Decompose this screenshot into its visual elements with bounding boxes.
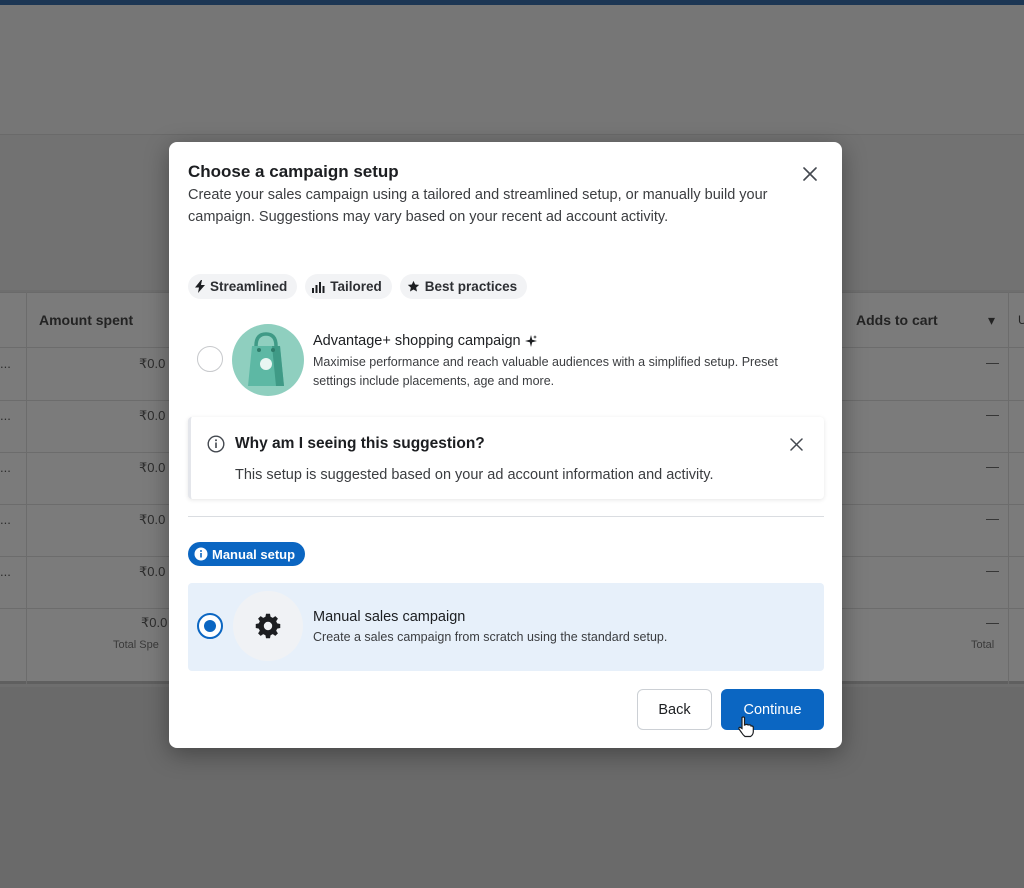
dialog-title: Choose a campaign setup [188, 162, 399, 181]
manual-sales-campaign-option[interactable]: Manual sales campaign Create a sales cam… [188, 583, 824, 671]
hand-pointer-icon [738, 716, 754, 738]
bar-chart-icon [312, 281, 325, 293]
background-header [0, 5, 1024, 135]
row-amount: ₹0.0 [139, 512, 166, 527]
manual-sales-title: Manual sales campaign [313, 609, 466, 625]
column-header-partial: U [1018, 313, 1024, 327]
column-header-adds-to-cart: Adds to cart [856, 312, 938, 328]
suggestion-info-title: Why am I seeing this suggestion? [235, 435, 485, 452]
row-dots: ... [0, 460, 11, 475]
back-button[interactable]: Back [637, 689, 712, 730]
row-amount: ₹0.0 [139, 408, 166, 423]
total-adds: — [986, 615, 999, 630]
gear-icon-container [233, 591, 303, 661]
bolt-icon [195, 280, 205, 293]
dismiss-suggestion-button[interactable] [786, 434, 806, 454]
chip-tailored: Tailored [305, 274, 392, 299]
dialog-description: Create your sales campaign using a tailo… [188, 187, 768, 225]
campaign-setup-dialog: Choose a campaign setup Create your sale… [169, 142, 842, 748]
advantage-title-text: Advantage+ shopping campaign [313, 333, 521, 349]
advantage-shopping-description: Maximise performance and reach valuable … [313, 355, 778, 388]
row-dots: ... [0, 564, 11, 579]
chip-best-practices: Best practices [399, 274, 528, 299]
divider [188, 516, 824, 517]
close-icon [789, 437, 803, 451]
column-header-amount-spent: Amount spent [39, 312, 134, 328]
row-dots: ... [0, 512, 11, 527]
table-column-divider [26, 292, 27, 684]
radio-selected-dot [204, 620, 216, 632]
advantage-shopping-title: Advantage+ shopping campaign [313, 333, 537, 349]
suggestion-info-panel: Why am I seeing this suggestion? This se… [188, 417, 824, 499]
continue-button[interactable]: Continue [721, 689, 824, 730]
feature-chips: Streamlined Tailored Best practices [188, 274, 528, 299]
row-adds: — [986, 407, 999, 422]
chip-streamlined: Streamlined [188, 274, 298, 299]
total-amount: ₹0.0 [141, 615, 168, 630]
info-filled-icon [194, 547, 208, 561]
sort-caret-icon: ▾ [988, 312, 996, 328]
row-amount: ₹0.0 [139, 564, 166, 579]
chip-label: Best practices [424, 279, 518, 294]
row-dots: ... [0, 408, 11, 423]
row-adds: — [986, 459, 999, 474]
row-adds: — [986, 355, 999, 370]
close-icon [803, 167, 817, 181]
chip-label: Streamlined [210, 279, 288, 294]
chip-label: Tailored [330, 279, 382, 294]
sparkle-icon [524, 335, 537, 347]
row-adds: — [986, 563, 999, 578]
table-column-divider [1008, 292, 1009, 684]
manual-setup-badge: Manual setup [188, 542, 306, 566]
row-dots: ... [0, 356, 11, 371]
row-adds: — [986, 511, 999, 526]
info-icon [207, 435, 225, 453]
manual-sales-description: Create a sales campaign from scratch usi… [313, 630, 668, 644]
row-amount: ₹0.0 [139, 460, 166, 475]
total-adds-label: Total [971, 639, 995, 651]
advantage-shopping-radio[interactable] [197, 346, 223, 372]
total-amount-label: Total Spe [113, 639, 159, 651]
star-icon [407, 280, 419, 292]
row-amount: ₹0.0 [139, 356, 166, 371]
manual-sales-radio[interactable] [197, 613, 223, 639]
gear-icon [255, 613, 281, 639]
manual-setup-badge-label: Manual setup [212, 546, 296, 562]
shopping-bag-icon [232, 324, 304, 396]
close-button[interactable] [798, 162, 822, 186]
suggestion-info-body: This setup is suggested based on your ad… [235, 467, 714, 483]
